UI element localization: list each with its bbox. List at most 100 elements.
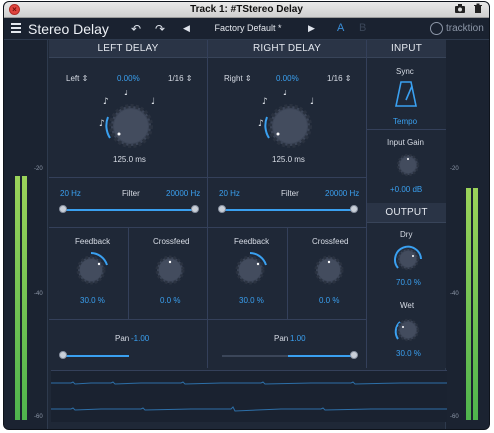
left-filter-high-thumb[interactable] <box>191 205 199 213</box>
svg-text:♪: ♪ <box>99 119 105 129</box>
left-channel-select[interactable]: Left ⇕ <box>66 74 88 83</box>
right-filter-range-fill <box>222 209 354 211</box>
tracktion-logo: tracktion <box>430 22 484 35</box>
right-pan-fill <box>288 355 354 357</box>
plugin-window: × Track 1: #TStereo Delay Stereo Delay ↶… <box>3 1 490 430</box>
ab-compare-b-button[interactable]: B <box>359 22 366 34</box>
left-filter-range-fill <box>63 209 195 211</box>
right-note-select[interactable]: 1/16 ⇕ <box>327 74 352 83</box>
window-titlebar: × Track 1: #TStereo Delay <box>4 2 489 18</box>
dry-value: 70.0 % <box>396 278 421 287</box>
left-feedback-value: 30.0 % <box>80 296 105 305</box>
right-feedback-value: 30.0 % <box>239 296 264 305</box>
right-delay-time-knob[interactable]: ♪ ♪ ♩ ♩ <box>252 90 328 156</box>
left-note-select[interactable]: 1/16 ⇕ <box>168 74 193 83</box>
meter-scale-label: -60 <box>34 414 43 420</box>
left-delay-header: LEFT DELAY <box>49 40 207 58</box>
output-header: OUTPUT <box>367 203 446 223</box>
left-filter-low-value[interactable]: 20 Hz <box>60 189 81 198</box>
wet-value: 30.0 % <box>396 349 421 358</box>
right-crossfeed-label: Crossfeed <box>312 237 349 246</box>
meter-bar-left-channel <box>15 176 20 420</box>
left-filter-label: Filter <box>122 189 140 198</box>
left-delay-panel: LEFT DELAY Left ⇕ 0.00% 1/16 ⇕ ♪ ♪ ♩ ♩ 125.… <box>49 40 207 368</box>
wet-knob[interactable] <box>391 313 425 347</box>
right-filter-label: Filter <box>281 189 299 198</box>
previous-preset-icon[interactable]: ◀ <box>183 23 190 34</box>
delete-icon[interactable] <box>472 3 484 15</box>
output-level-meter: -20 -40 -60 <box>445 40 489 429</box>
svg-text:♪: ♪ <box>258 119 264 129</box>
meter-scale-label: -40 <box>34 291 43 297</box>
right-crossfeed-knob[interactable] <box>309 250 349 290</box>
svg-text:♩: ♩ <box>124 90 128 98</box>
svg-text:♩: ♩ <box>283 90 287 98</box>
dry-knob[interactable] <box>391 242 425 276</box>
right-pan-thumb[interactable] <box>350 351 358 359</box>
right-delay-header: RIGHT DELAY <box>208 40 366 58</box>
left-crossfeed-knob[interactable] <box>150 250 190 290</box>
right-filter-low-value[interactable]: 20 Hz <box>219 189 240 198</box>
input-gain-value: +0.00 dB <box>390 185 423 194</box>
next-preset-icon[interactable]: ▶ <box>308 23 315 34</box>
sync-label: Sync <box>396 67 414 76</box>
right-channel-select[interactable]: Right ⇕ <box>224 74 252 83</box>
metronome-icon[interactable] <box>394 80 418 108</box>
undo-icon[interactable]: ↶ <box>131 22 141 36</box>
right-pan-value[interactable]: 1.00 <box>290 334 306 343</box>
right-pan-label: Pan <box>274 334 289 343</box>
waveform-display <box>51 370 447 422</box>
right-delay-time-value: 125.0 ms <box>272 155 305 164</box>
right-filter-high-thumb[interactable] <box>350 205 358 213</box>
left-crossfeed-value: 0.0 % <box>160 296 181 305</box>
meter-scale-label: -20 <box>450 166 459 172</box>
meter-scale-label: -40 <box>450 291 459 297</box>
input-level-meter: -20 -40 -60 <box>4 40 48 429</box>
svg-text:♪: ♪ <box>103 97 109 107</box>
left-feedback-label: Feedback <box>75 237 111 246</box>
left-filter-high-value[interactable]: 20000 Hz <box>166 189 200 198</box>
window-title: Track 1: #TStereo Delay <box>190 4 303 15</box>
ab-compare-a-button[interactable]: A <box>337 22 344 34</box>
left-pan-label: Pan <box>115 334 130 343</box>
redo-icon[interactable]: ↷ <box>155 22 165 36</box>
preset-selector[interactable]: Factory Default * <box>192 23 304 33</box>
input-gain-label: Input Gain <box>387 138 424 147</box>
wet-label: Wet <box>400 301 415 310</box>
left-pan-value[interactable]: -1.00 <box>131 334 149 343</box>
waveform-trace <box>51 381 447 412</box>
dry-label: Dry <box>400 230 413 239</box>
left-offset-value[interactable]: 0.00% <box>117 74 140 83</box>
input-gain-knob[interactable] <box>395 152 421 178</box>
left-feedback-knob[interactable] <box>71 250 111 290</box>
right-crossfeed-value: 0.0 % <box>319 296 340 305</box>
svg-text:♪: ♪ <box>262 97 268 107</box>
hamburger-menu-icon[interactable] <box>11 23 21 33</box>
right-offset-value[interactable]: 0.00% <box>276 74 299 83</box>
left-filter-low-thumb[interactable] <box>59 205 67 213</box>
close-icon[interactable]: × <box>9 4 20 15</box>
right-filter-low-thumb[interactable] <box>218 205 226 213</box>
meter-bar-left-channel <box>466 188 471 420</box>
right-feedback-knob[interactable] <box>230 250 270 290</box>
meter-scale-label: -20 <box>34 166 43 172</box>
camera-icon[interactable] <box>454 3 466 15</box>
tracktion-logo-icon <box>430 22 443 35</box>
right-feedback-label: Feedback <box>234 237 270 246</box>
meter-scale-label: -60 <box>450 414 459 420</box>
left-crossfeed-label: Crossfeed <box>153 237 190 246</box>
right-delay-panel: RIGHT DELAY Right ⇕ 0.00% 1/16 ⇕ ♪ ♪ ♩ ♩ 12… <box>208 40 366 368</box>
left-pan-fill <box>63 355 129 357</box>
left-pan-thumb[interactable] <box>59 351 67 359</box>
right-filter-high-value[interactable]: 20000 Hz <box>325 189 359 198</box>
svg-text:♩: ♩ <box>151 97 155 107</box>
meter-bar-right-channel <box>22 176 27 420</box>
left-delay-time-knob[interactable]: ♪ ♪ ♩ ♩ <box>93 90 169 156</box>
input-output-panel: INPUT Sync Tempo Input Gain +0.00 dB OUT… <box>367 40 446 368</box>
sync-mode-value[interactable]: Tempo <box>393 117 417 126</box>
logo-text: tracktion <box>446 23 484 34</box>
input-header: INPUT <box>367 40 446 58</box>
svg-text:♩: ♩ <box>310 97 314 107</box>
plugin-toolbar: Stereo Delay ↶ ↷ ◀ Factory Default * ▶ A… <box>4 18 489 40</box>
meter-bar-right-channel <box>473 188 478 420</box>
